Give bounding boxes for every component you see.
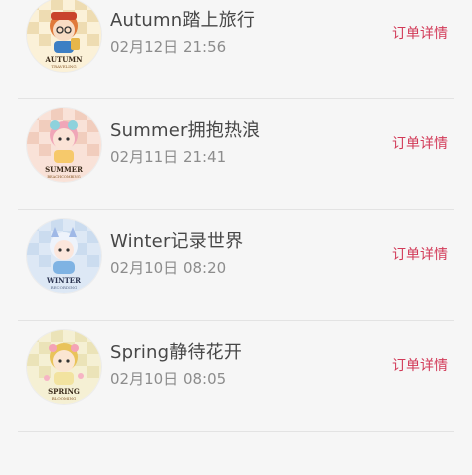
row-divider xyxy=(18,431,454,432)
product-thumbnail-winter[interactable]: WINTER RECORDING xyxy=(27,219,101,293)
order-title: Spring静待花开 xyxy=(110,342,243,363)
badge-title: WINTER xyxy=(46,276,81,285)
figure-winter-icon: WINTER RECORDING xyxy=(27,219,101,293)
product-thumbnail-spring[interactable]: SPRING BLOOMING xyxy=(27,330,101,404)
badge-subtitle: RECORDING xyxy=(51,285,78,290)
order-title: Summer拥抱热浪 xyxy=(110,120,261,141)
order-list: AUTUMN TRAVELING Autumn踏上旅行 02月12日 21:56… xyxy=(0,0,472,475)
badge-subtitle: TRAVELING xyxy=(51,64,76,69)
order-time: 02月10日 08:05 xyxy=(110,370,227,388)
order-item[interactable]: SPRING BLOOMING Spring静待花开 02月10日 08:05 … xyxy=(0,321,472,432)
order-detail-link[interactable]: 订单详情 xyxy=(392,23,448,43)
figure-summer-icon: SUMMER BEACHCOMBING xyxy=(27,108,101,182)
product-thumbnail-autumn[interactable]: AUTUMN TRAVELING xyxy=(27,0,101,72)
order-item[interactable]: AUTUMN TRAVELING Autumn踏上旅行 02月12日 21:56… xyxy=(0,0,472,100)
badge-title: SUMMER xyxy=(45,165,83,174)
order-time: 02月12日 21:56 xyxy=(110,38,227,56)
order-title: Winter记录世界 xyxy=(110,231,244,252)
order-item[interactable]: SUMMER BEACHCOMBING Summer拥抱热浪 02月11日 21… xyxy=(0,99,472,210)
order-title: Autumn踏上旅行 xyxy=(110,10,256,31)
badge-subtitle: BEACHCOMBING xyxy=(47,175,80,179)
figure-autumn-icon: AUTUMN TRAVELING xyxy=(27,0,101,72)
badge-title: SPRING xyxy=(48,387,80,396)
order-detail-link[interactable]: 订单详情 xyxy=(392,244,448,264)
order-detail-link[interactable]: 订单详情 xyxy=(392,355,448,375)
badge-subtitle: BLOOMING xyxy=(52,396,77,401)
product-thumbnail-summer[interactable]: SUMMER BEACHCOMBING xyxy=(27,108,101,182)
figure-spring-icon: SPRING BLOOMING xyxy=(27,330,101,404)
order-time: 02月11日 21:41 xyxy=(110,148,227,166)
order-time: 02月10日 08:20 xyxy=(110,259,227,277)
badge-title: AUTUMN xyxy=(45,55,84,64)
order-detail-link[interactable]: 订单详情 xyxy=(392,133,448,153)
order-item[interactable]: WINTER RECORDING Winter记录世界 02月10日 08:20… xyxy=(0,210,472,321)
